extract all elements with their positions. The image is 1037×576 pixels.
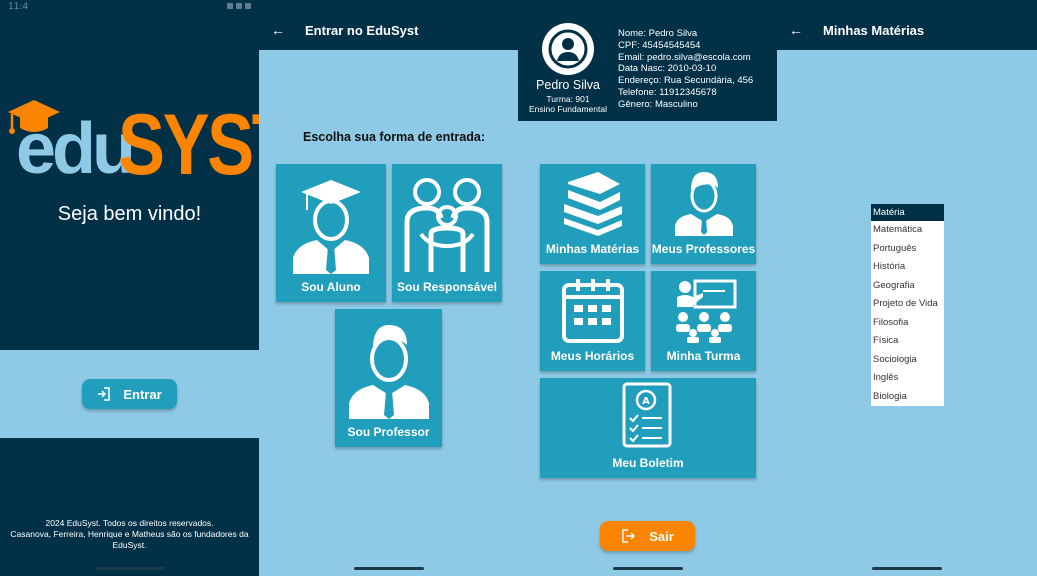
login-appbar: ← Entrar no EduSyst — [259, 0, 518, 50]
logo-syst: SYST — [118, 97, 259, 193]
my-teachers-tile[interactable]: Meus Professores — [651, 164, 756, 264]
table-row[interactable]: Sociologia — [871, 351, 944, 370]
welcome-bottom-panel — [0, 438, 259, 576]
profile-card: Pedro Silva Turma: 901 Ensino Fundamenta… — [518, 0, 777, 121]
student-graduate-icon — [293, 180, 369, 274]
my-subjects-label: Minhas Matérias — [545, 242, 640, 256]
home-indicator[interactable] — [872, 567, 942, 570]
profile-class-block: Turma: 901 Ensino Fundamental — [518, 94, 618, 114]
welcome-screen: 11:4 edu SYST Seja bem vindo! Entrar 202… — [0, 0, 259, 576]
avatar — [542, 23, 594, 75]
login-prompt: Escolha sua forma de entrada: — [303, 130, 486, 144]
table-row[interactable]: Física — [871, 332, 944, 351]
footer-copyright: 2024 EduSyst. Todos os direitos reservad… — [45, 518, 214, 528]
classroom-icon — [675, 279, 736, 343]
subjects-title: Minhas Matérias — [823, 22, 925, 38]
family-icon — [404, 178, 490, 272]
info-address: Endereço: Rua Secundária, 456 — [618, 75, 754, 87]
info-gender: Gênero: Masculino — [618, 98, 698, 110]
teacher-icon — [674, 172, 733, 236]
calendar-icon — [561, 279, 624, 343]
teacher-icon — [348, 325, 429, 419]
subjects-table: Matéria Matemática Português História Ge… — [871, 204, 944, 406]
logout-button[interactable]: Sair — [600, 521, 695, 551]
report-card-icon: A — [622, 382, 672, 448]
login-icon — [98, 387, 111, 401]
info-name: Nome: Pedro Silva — [618, 28, 698, 39]
info-email: Email: pedro.silva@escola.com — [618, 51, 751, 63]
logout-icon — [622, 529, 636, 543]
login-title: Entrar no EduSyst — [305, 22, 419, 38]
enter-button[interactable]: Entrar — [82, 379, 177, 409]
logout-button-label: Sair — [649, 528, 674, 544]
info-cpf: CPF: 45454545454 — [618, 39, 701, 51]
subjects-table-header: Matéria — [871, 204, 944, 221]
footer-founders: Casanova, Ferreira, Henrique e Matheus s… — [10, 529, 249, 550]
home-indicator[interactable] — [94, 567, 165, 570]
my-subjects-tile[interactable]: Minhas Matérias — [540, 164, 645, 264]
table-row[interactable]: Matemática — [871, 221, 944, 240]
table-row[interactable]: Biologia — [871, 388, 944, 407]
table-row[interactable]: Geografia — [871, 277, 944, 296]
home-indicator[interactable] — [353, 567, 424, 570]
report-card-label: Meu Boletim — [612, 456, 684, 470]
student-option-label: Sou Aluno — [301, 280, 361, 294]
profile-name: Pedro Silva — [536, 78, 600, 92]
user-avatar-icon — [548, 29, 588, 69]
table-row[interactable]: Filosofia — [871, 314, 944, 333]
dashboard-screen: Pedro Silva Turma: 901 Ensino Fundamenta… — [518, 0, 777, 576]
student-option[interactable]: Sou Aluno — [276, 164, 386, 302]
info-phone: Telefone: 11912345678 — [618, 86, 717, 98]
table-row[interactable]: Projeto de Vida — [871, 295, 944, 314]
guardian-option[interactable]: Sou Responsável — [392, 164, 502, 302]
info-birthdate: Data Nasc: 2010-03-10 — [618, 63, 717, 75]
report-card-tile[interactable]: A Meu Boletim — [540, 378, 756, 478]
home-indicator[interactable] — [612, 567, 683, 570]
my-teachers-label: Meus Professores — [651, 242, 756, 256]
my-class-label: Minha Turma — [666, 349, 741, 363]
welcome-greeting: Seja bem vindo! — [57, 203, 202, 225]
table-row[interactable]: Inglês — [871, 369, 944, 388]
svg-text:A: A — [642, 396, 650, 407]
my-class-tile[interactable]: Minha Turma — [651, 271, 756, 371]
teacher-option-label: Sou Professor — [347, 425, 430, 439]
teacher-option[interactable]: Sou Professor — [335, 309, 442, 447]
my-schedule-label: Meus Horários — [550, 349, 635, 363]
edusyst-logo: edu SYST — [8, 96, 259, 193]
my-schedule-tile[interactable]: Meus Horários — [540, 271, 645, 371]
profile-info: Nome: Pedro Silva CPF: 45454545454 Email… — [618, 28, 753, 111]
login-screen: ← Entrar no EduSyst Escolha sua forma de… — [259, 0, 518, 576]
profile-class: Turma: 901 — [546, 94, 590, 104]
status-time: 11:4 — [8, 2, 29, 12]
status-bar: 11:4 — [0, 0, 259, 14]
back-arrow-icon[interactable]: ← — [271, 22, 285, 38]
subjects-screen: ← Minhas Matérias Matéria Matemática Por… — [777, 0, 1037, 576]
enter-button-label: Entrar — [123, 386, 162, 402]
profile-level: Ensino Fundamental — [529, 104, 607, 114]
table-row[interactable]: História — [871, 258, 944, 277]
guardian-option-label: Sou Responsável — [396, 280, 498, 294]
logo-edu: edu — [16, 109, 136, 189]
table-row[interactable]: Português — [871, 240, 944, 259]
back-arrow-icon[interactable]: ← — [789, 22, 803, 38]
books-icon — [563, 172, 622, 236]
footer: 2024 EduSyst. Todos os direitos reservad… — [8, 518, 251, 551]
subjects-appbar: ← Minhas Matérias — [777, 0, 1037, 50]
status-icons — [224, 2, 251, 12]
